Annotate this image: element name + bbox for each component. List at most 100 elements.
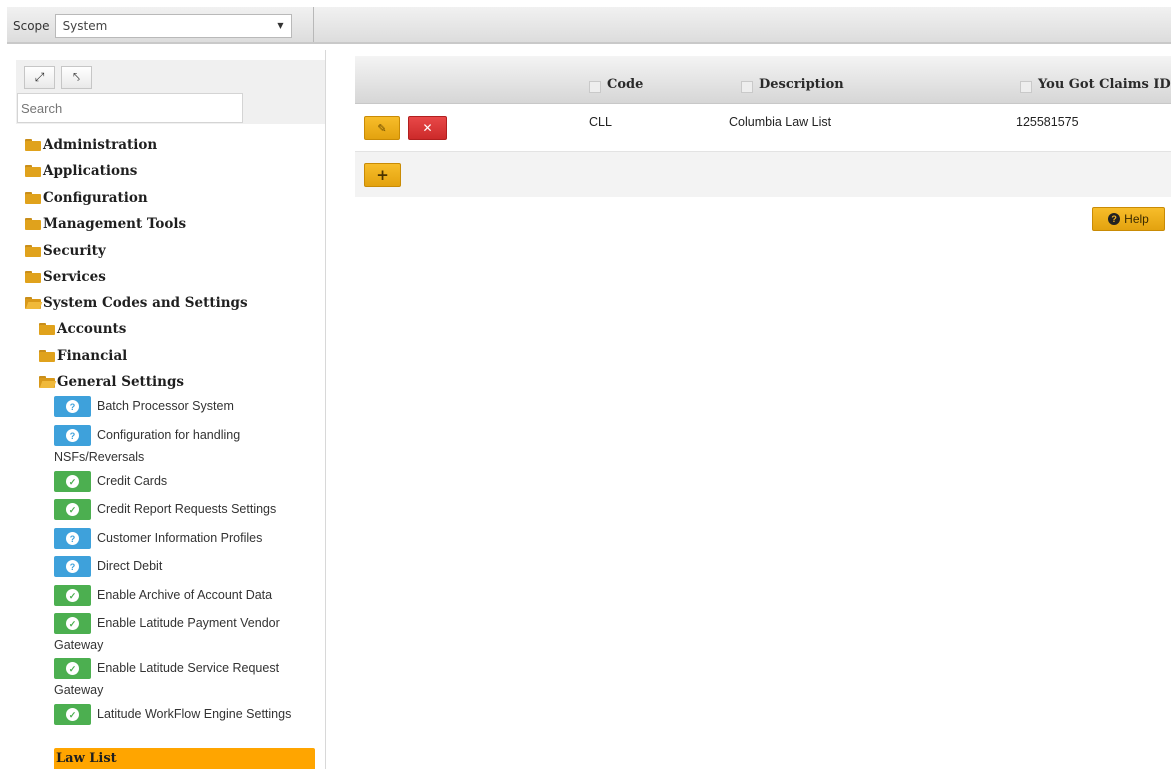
check-icon: ✓ <box>66 708 79 722</box>
scope-dropdown-value: System <box>62 18 108 33</box>
setting-direct-debit[interactable]: ? Direct Debit <box>54 555 316 578</box>
setting-label: Customer Information Profiles <box>97 531 263 545</box>
close-icon: ✕ <box>422 121 433 135</box>
collapse-icon: ⤣ <box>73 70 80 84</box>
tree-search-input[interactable] <box>17 93 243 123</box>
folder-icon <box>25 271 41 283</box>
question-icon: ? <box>66 429 79 443</box>
setting-label: Enable Archive of Account Data <box>97 588 273 602</box>
setting-credit-cards[interactable]: ✓ Credit Cards <box>54 470 316 493</box>
setting-customer-information-profiles[interactable]: ? Customer Information Profiles <box>54 527 316 550</box>
setting-label: Batch Processor System <box>97 399 234 413</box>
column-checkbox[interactable] <box>589 81 601 93</box>
question-icon: ? <box>66 532 79 546</box>
folder-open-icon <box>39 376 57 388</box>
column-checkbox[interactable] <box>1020 81 1032 93</box>
folder-label: Administration <box>43 137 158 153</box>
cell-description: Columbia Law List <box>729 115 832 129</box>
navigation-panel: ⤢ ⤣ Administration Applications Configur… <box>7 50 326 769</box>
expand-all-button[interactable]: ⤢ <box>24 66 55 89</box>
info-status-badge: ? <box>54 528 91 550</box>
question-icon: ? <box>1108 213 1121 225</box>
folder-icon <box>25 165 41 177</box>
folder-services[interactable]: Services <box>25 266 106 288</box>
ok-status-badge: ✓ <box>54 658 91 680</box>
scope-label: Scope <box>13 18 50 33</box>
setting-configuration-for-handling-nsfs[interactable]: ? Configuration for handling NSFs/Reversa… <box>54 424 316 468</box>
folder-open-icon <box>25 297 43 309</box>
column-label: Description <box>759 77 844 92</box>
add-row: + <box>355 152 1171 197</box>
column-header-code[interactable]: Code <box>589 76 643 93</box>
folder-icon <box>25 192 41 204</box>
setting-label: Credit Cards <box>97 474 168 488</box>
column-header-claims-id[interactable]: You Got Claims ID <box>1020 76 1171 93</box>
info-status-badge: ? <box>54 425 91 447</box>
table-row[interactable]: ✎ ✕ CLL Columbia Law List 125581575 <box>355 104 1171 152</box>
cell-code: CLL <box>589 115 612 129</box>
column-label: You Got Claims ID <box>1038 77 1171 92</box>
expand-icon: ⤢ <box>34 70 45 84</box>
selected-item-law-list[interactable]: Law List <box>54 748 315 769</box>
scope-dropdown[interactable]: System ▼ <box>54 13 292 38</box>
folder-icon <box>25 218 41 230</box>
folder-label: Accounts <box>57 321 127 337</box>
help-button[interactable]: ? Help <box>1092 207 1165 231</box>
toolbar-divider <box>7 42 1171 44</box>
setting-workflow-engine[interactable]: ✓ Latitude WorkFlow Engine Settings <box>54 703 316 726</box>
chevron-down-icon: ▼ <box>277 21 284 30</box>
setting-enable-service-request-gateway[interactable]: ✓ Enable Latitude Service Request Gateway <box>54 657 316 701</box>
tree-tool-buttons: ⤢ ⤣ <box>24 66 92 89</box>
folder-icon <box>25 139 41 151</box>
setting-batch-processor-system[interactable]: ? Batch Processor System <box>54 395 316 418</box>
folder-label: General Settings <box>57 374 185 390</box>
folder-administration[interactable]: Administration <box>25 134 157 156</box>
check-icon: ✓ <box>66 475 79 489</box>
delete-button[interactable]: ✕ <box>408 116 447 140</box>
check-icon: ✓ <box>66 589 79 603</box>
setting-enable-payment-vendor-gateway[interactable]: ✓ Enable Latitude Payment Vendor Gateway <box>54 612 316 656</box>
check-icon: ✓ <box>66 503 79 517</box>
folder-label: Configuration <box>43 190 148 206</box>
folder-general-settings[interactable]: General Settings <box>39 371 184 393</box>
grid-header: Code Description You Got Claims ID <box>355 56 1171 104</box>
ok-status-badge: ✓ <box>54 613 91 635</box>
folder-system-codes-and-settings[interactable]: System Codes and Settings <box>25 292 248 314</box>
folder-applications[interactable]: Applications <box>25 160 137 182</box>
folder-icon <box>39 350 55 362</box>
setting-label: Direct Debit <box>97 559 163 573</box>
folder-configuration[interactable]: Configuration <box>25 187 148 209</box>
ok-status-badge: ✓ <box>54 499 91 521</box>
column-checkbox[interactable] <box>741 81 753 93</box>
folder-label: System Codes and Settings <box>43 295 248 311</box>
setting-credit-report-requests[interactable]: ✓ Credit Report Requests Settings <box>54 498 316 521</box>
setting-label: Credit Report Requests Settings <box>97 502 277 516</box>
collapse-all-button[interactable]: ⤣ <box>61 66 92 89</box>
scope-toolbar: Scope System ▼ <box>7 7 1171 44</box>
check-icon: ✓ <box>66 662 79 676</box>
ok-status-badge: ✓ <box>54 585 91 607</box>
check-icon: ✓ <box>66 617 79 631</box>
folder-label: Management Tools <box>43 216 187 232</box>
folder-security[interactable]: Security <box>25 240 106 262</box>
add-button[interactable]: + <box>364 163 401 187</box>
setting-label: Latitude WorkFlow Engine Settings <box>97 707 292 721</box>
info-status-badge: ? <box>54 396 91 418</box>
folder-financial[interactable]: Financial <box>39 345 127 367</box>
info-status-badge: ? <box>54 556 91 578</box>
setting-enable-archive[interactable]: ✓ Enable Archive of Account Data <box>54 584 316 607</box>
scope-selector: Scope System ▼ <box>7 7 314 44</box>
edit-button[interactable]: ✎ <box>364 116 400 140</box>
folder-label: Security <box>43 243 106 259</box>
column-header-description[interactable]: Description <box>741 76 844 93</box>
column-label: Code <box>607 77 644 92</box>
folder-label: Financial <box>57 348 128 364</box>
tree-toolbar: ⤢ ⤣ <box>16 60 325 124</box>
question-icon: ? <box>66 400 79 414</box>
folder-accounts[interactable]: Accounts <box>39 318 126 340</box>
folder-management-tools[interactable]: Management Tools <box>25 213 186 235</box>
cell-claims-id: 125581575 <box>1016 115 1079 129</box>
question-icon: ? <box>66 560 79 574</box>
folder-icon <box>39 323 55 335</box>
ok-status-badge: ✓ <box>54 471 91 493</box>
